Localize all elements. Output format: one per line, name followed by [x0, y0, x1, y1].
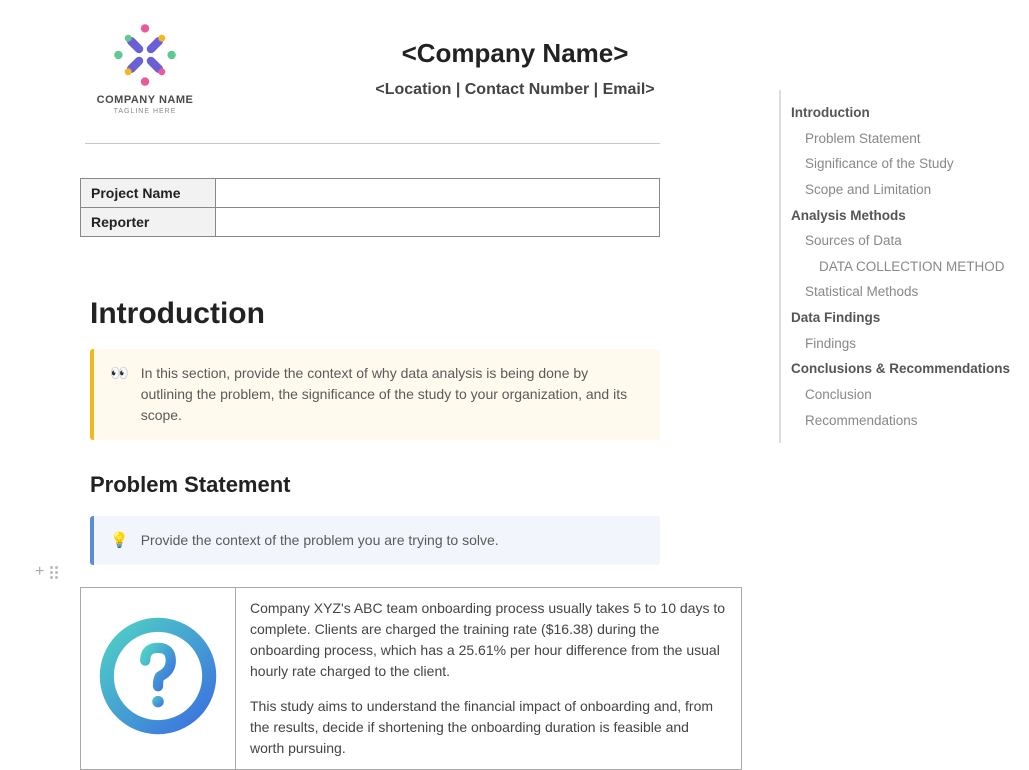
problem-statement-heading: Problem Statement: [90, 472, 660, 498]
toc-item[interactable]: Problem Statement: [791, 126, 1019, 152]
add-block-icon[interactable]: +: [35, 563, 44, 581]
problem-statement-block[interactable]: Company XYZ's ABC team onboarding proces…: [80, 587, 742, 770]
problem-paragraph-1: Company XYZ's ABC team onboarding proces…: [250, 598, 727, 682]
toc-item[interactable]: Scope and Limitation: [791, 177, 1019, 203]
reporter-label: Reporter: [81, 208, 216, 237]
introduction-heading: Introduction: [90, 297, 660, 331]
document-main: COMPANY NAME TAGLINE HERE <Company Name>…: [0, 0, 745, 770]
title-block: <Company Name> <Location | Contact Numbe…: [285, 20, 745, 99]
toc-item[interactable]: Analysis Methods: [791, 203, 1019, 229]
drag-handle-icon[interactable]: [50, 566, 58, 579]
company-logo-block: COMPANY NAME TAGLINE HERE: [85, 20, 205, 115]
page-subtitle: <Location | Contact Number | Email>: [285, 81, 745, 99]
toc-item[interactable]: Findings: [791, 331, 1019, 357]
intro-callout[interactable]: 👀 In this section, provide the context o…: [90, 349, 660, 440]
company-logo-icon: [110, 20, 180, 90]
header-divider: [85, 143, 660, 144]
page-title: <Company Name>: [285, 38, 745, 69]
lightbulb-icon: 💡: [110, 530, 129, 551]
problem-callout-text: Provide the context of the problem you a…: [141, 530, 499, 551]
toc-item[interactable]: Data Findings: [791, 305, 1019, 331]
problem-image-cell: [81, 588, 236, 769]
toc-item[interactable]: DATA COLLECTION METHOD: [791, 254, 1019, 280]
reporter-value[interactable]: [216, 208, 660, 237]
toc-item[interactable]: Recommendations: [791, 408, 1019, 434]
toc-item[interactable]: Conclusion: [791, 382, 1019, 408]
intro-section: Introduction 👀 In this section, provide …: [90, 297, 660, 565]
logo-company-name: COMPANY NAME: [97, 94, 194, 106]
toc-item[interactable]: Statistical Methods: [791, 279, 1019, 305]
toc-item[interactable]: Significance of the Study: [791, 151, 1019, 177]
problem-paragraph-2: This study aims to understand the financ…: [250, 696, 727, 759]
toc-item[interactable]: Sources of Data: [791, 228, 1019, 254]
table-of-contents: IntroductionProblem StatementSignificanc…: [779, 90, 1029, 443]
project-name-label: Project Name: [81, 179, 216, 208]
toc-item[interactable]: Conclusions & Recommendations: [791, 356, 1019, 382]
problem-text-cell[interactable]: Company XYZ's ABC team onboarding proces…: [236, 588, 741, 769]
eyes-icon: 👀: [110, 363, 129, 384]
problem-callout[interactable]: 💡 Provide the context of the problem you…: [90, 516, 660, 565]
project-meta-table: Project Name Reporter: [80, 178, 660, 237]
intro-callout-text: In this section, provide the context of …: [141, 363, 644, 426]
toc-item[interactable]: Introduction: [791, 100, 1019, 126]
logo-tagline: TAGLINE HERE: [114, 108, 177, 115]
block-controls: +: [35, 563, 58, 581]
project-name-value[interactable]: [216, 179, 660, 208]
document-header: COMPANY NAME TAGLINE HERE <Company Name>…: [0, 20, 745, 115]
table-row: Project Name: [81, 179, 660, 208]
question-mark-icon: [94, 612, 222, 745]
table-row: Reporter: [81, 208, 660, 237]
